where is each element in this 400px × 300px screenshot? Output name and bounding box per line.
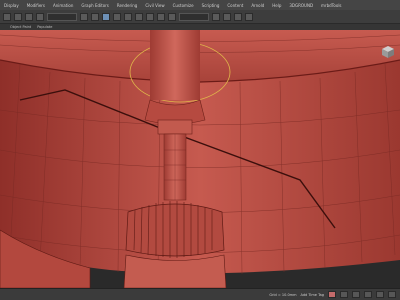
select-by-name-icon[interactable] (91, 12, 99, 21)
ribbon-tab-populate[interactable]: Populate (37, 25, 52, 29)
play-icon[interactable] (352, 291, 360, 298)
menu-arnold[interactable]: Arnold (251, 3, 264, 8)
lamp-socket (150, 30, 200, 100)
next-frame-icon[interactable] (364, 291, 372, 298)
angle-snap-icon[interactable] (146, 12, 154, 21)
orbit-icon[interactable] (388, 291, 396, 298)
menu-customize[interactable]: Customize (173, 3, 194, 8)
render-icon[interactable] (245, 12, 253, 21)
render-frame-icon[interactable] (234, 12, 242, 21)
material-editor-icon[interactable] (212, 12, 220, 21)
align-icon[interactable] (168, 12, 176, 21)
redo-icon[interactable] (14, 12, 22, 21)
named-selection-dropdown[interactable] (179, 12, 209, 21)
status-bar: Grid = 10.0mm Add Time Tag (0, 288, 400, 300)
menu-modifiers[interactable]: Modifiers (27, 3, 45, 8)
mirror-icon[interactable] (157, 12, 165, 21)
menu-civil-view[interactable]: Civil View (145, 3, 164, 8)
auto-key-button[interactable] (328, 291, 336, 298)
menu-rendering[interactable]: Rendering (117, 3, 137, 8)
perspective-viewport[interactable] (0, 30, 400, 288)
menu-graph-editors[interactable]: Graph Editors (81, 3, 108, 8)
move-icon[interactable] (102, 12, 110, 21)
rotate-icon[interactable] (113, 12, 121, 21)
snap-icon[interactable] (135, 12, 143, 21)
lamp-collar (125, 203, 225, 257)
render-setup-icon[interactable] (223, 12, 231, 21)
undo-icon[interactable] (3, 12, 11, 21)
menu-animation[interactable]: Animation (53, 3, 73, 8)
grid-readout: Grid = 10.0mm (269, 292, 297, 297)
selection-filter-dropdown[interactable] (47, 12, 77, 21)
lamp-model (0, 30, 400, 288)
scale-icon[interactable] (124, 12, 132, 21)
menu-3dground[interactable]: 3DGROUND (289, 3, 313, 8)
unlink-icon[interactable] (36, 12, 44, 21)
menu-help[interactable]: Help (272, 3, 281, 8)
main-toolbar (0, 10, 400, 24)
add-time-tag[interactable]: Add Time Tag (301, 293, 325, 297)
select-object-icon[interactable] (80, 12, 88, 21)
menu-scripting[interactable]: Scripting (202, 3, 220, 8)
menu-content[interactable]: Content (227, 3, 243, 8)
menu-display[interactable]: Display (4, 3, 19, 8)
menu-bar: Display Modifiers Animation Graph Editor… (0, 0, 400, 10)
ribbon-tab-object-paint[interactable]: Object Paint (10, 25, 31, 29)
menu-mrbdtools[interactable]: mrbdTools (321, 3, 341, 8)
set-key-button[interactable] (340, 291, 348, 298)
zoom-icon[interactable] (376, 291, 384, 298)
link-icon[interactable] (25, 12, 33, 21)
